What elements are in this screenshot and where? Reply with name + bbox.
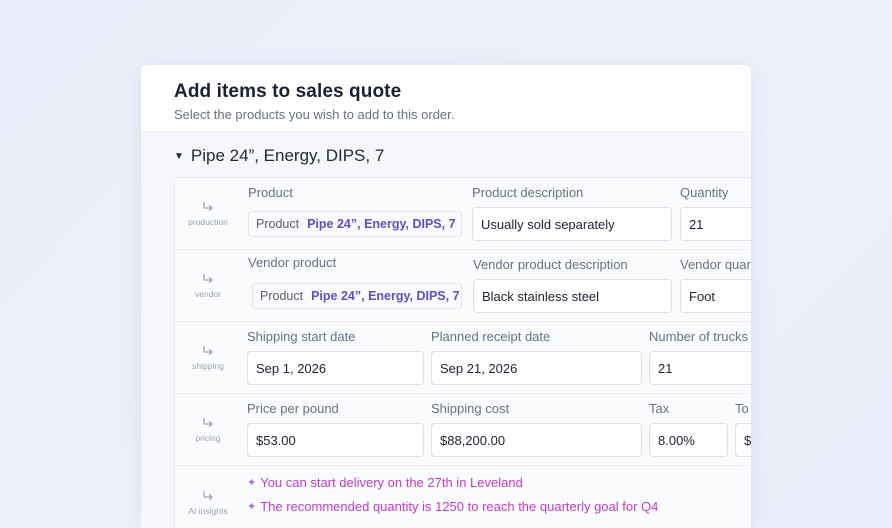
quantity-label: Quantity — [680, 185, 729, 200]
number-of-trucks-label: Number of trucks — [649, 329, 748, 344]
ai-insight-item[interactable]: ✦ The recommended quantity is 1250 to re… — [247, 499, 658, 514]
return-arrow-icon — [203, 417, 213, 428]
production-row: production Product Product Pipe 24”, Ene… — [175, 178, 751, 250]
return-arrow-icon — [203, 201, 213, 212]
vendor-quantity-label: Vendor quan — [680, 257, 751, 272]
dialog-header: Add items to sales quote Select the prod… — [141, 65, 751, 131]
price-per-pound-input[interactable]: $53.00 — [247, 423, 424, 457]
number-of-trucks-input[interactable]: 21 — [649, 351, 751, 385]
vendor-description-input[interactable]: Black stainless steel — [473, 279, 672, 313]
return-arrow-icon — [203, 489, 213, 500]
vendor-description-label: Vendor product description — [473, 257, 628, 272]
dialog-subtitle: Select the products you wish to add to t… — [174, 107, 455, 122]
vendor-quantity-input[interactable]: Foot — [680, 279, 751, 313]
product-chip[interactable]: Product Pipe 24”, Energy, DIPS, 7 — [248, 211, 462, 237]
product-description-input[interactable]: Usually sold separately — [472, 207, 672, 241]
dialog-body: ▼ Pipe 24”, Energy, DIPS, 7 production P… — [141, 131, 751, 528]
row-type-label: production — [188, 217, 228, 227]
row-type-label: shipping — [192, 361, 224, 371]
ai-insight-text: You can start delivery on the 27th in Le… — [260, 475, 523, 490]
sales-quote-dialog: Add items to sales quote Select the prod… — [141, 65, 751, 528]
vendor-chip-value: Pipe 24”, Energy, DIPS, 7 — [311, 289, 460, 303]
total-input[interactable]: $ — [735, 423, 751, 457]
row-type-label: AI insights — [188, 505, 228, 516]
sparkle-icon: ✦ — [247, 477, 257, 489]
shipping-start-label: Shipping start date — [247, 329, 356, 344]
shipping-cost-label: Shipping cost — [431, 401, 510, 416]
row-type-label: pricing — [195, 433, 221, 443]
ai-insights-row-icon: AI insights — [175, 466, 241, 528]
tax-input[interactable]: 8.00% — [649, 423, 728, 457]
planned-receipt-input[interactable]: Sep 21, 2026 — [431, 351, 642, 385]
return-arrow-icon — [203, 345, 213, 356]
shipping-start-input[interactable]: Sep 1, 2026 — [247, 351, 424, 385]
row-type-label: vendor — [195, 289, 221, 299]
sparkle-icon: ✦ — [247, 501, 257, 513]
product-description-label: Product description — [472, 185, 584, 200]
shipping-row: shipping Shipping start date Sep 1, 2026… — [175, 322, 751, 394]
price-per-pound-label: Price per pound — [247, 401, 339, 416]
shipping-cost-input[interactable]: $88,200.00 — [431, 423, 642, 457]
pricing-row: pricing Price per pound $53.00 Shipping … — [175, 394, 751, 466]
ai-insight-item[interactable]: ✦ You can start delivery on the 27th in … — [247, 475, 523, 490]
vendor-row: vendor Vendor product Product Pipe 24”, … — [175, 250, 751, 322]
vendor-chip-key: Product — [260, 289, 304, 303]
total-label: To — [735, 401, 749, 416]
ai-insights-row: AI insights ✦ You can start delivery on … — [175, 466, 751, 528]
production-row-icon: production — [175, 178, 241, 249]
quantity-input[interactable]: 21 — [680, 207, 751, 241]
product-group-toggle[interactable]: ▼ Pipe 24”, Energy, DIPS, 7 — [174, 146, 384, 166]
product-chip-value: Pipe 24”, Energy, DIPS, 7 — [307, 217, 456, 231]
tax-label: Tax — [649, 401, 670, 416]
product-chip-key: Product — [256, 217, 300, 231]
planned-receipt-label: Planned receipt date — [431, 329, 551, 344]
pricing-row-icon: pricing — [175, 394, 241, 465]
return-arrow-icon — [203, 273, 213, 284]
product-group-title: Pipe 24”, Energy, DIPS, 7 — [190, 146, 385, 165]
caret-down-icon: ▼ — [174, 150, 184, 162]
vendor-product-chip[interactable]: Product Pipe 24”, Energy, DIPS, 7 — [252, 283, 462, 309]
dialog-title: Add items to sales quote — [174, 81, 402, 102]
shipping-row-icon: shipping — [175, 322, 241, 393]
vendor-row-icon: vendor — [175, 250, 241, 321]
vendor-product-label: Vendor product — [248, 255, 337, 270]
ai-insight-text: The recommended quantity is 1250 to reac… — [260, 499, 659, 514]
product-label: Product — [248, 185, 293, 200]
product-detail-rows: production Product Product Pipe 24”, Ene… — [174, 177, 751, 528]
